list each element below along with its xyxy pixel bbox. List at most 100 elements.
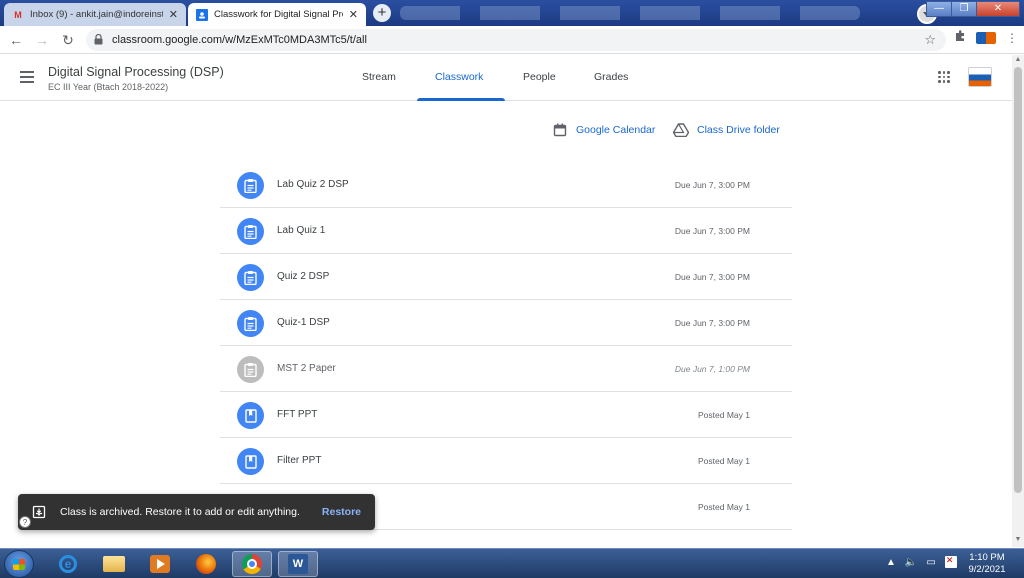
classwork-item[interactable]: Lab Quiz 2 DSP Due Jun 7, 3:00 PM: [220, 162, 792, 208]
minimize-button[interactable]: —: [926, 1, 952, 17]
taskbar-clock[interactable]: 1:10 PM 9/2/2021: [960, 552, 1014, 576]
gmail-icon: M: [14, 9, 22, 20]
item-title: FFT PPT: [277, 409, 318, 420]
main-menu-icon[interactable]: [20, 71, 34, 83]
tab-title: Classwork for Digital Signal Proce: [214, 9, 343, 20]
calendar-icon: [552, 122, 568, 138]
taskbar-firefox[interactable]: [186, 551, 226, 577]
lock-icon: [94, 33, 106, 47]
system-tray: ▲ 🔈 ▭: [886, 555, 957, 568]
help-icon[interactable]: ?: [19, 516, 31, 528]
item-date: Due Jun 7, 3:00 PM: [674, 318, 750, 328]
start-button[interactable]: [4, 550, 34, 578]
classwork-item[interactable]: Lab Quiz 1 Due Jun 7, 3:00 PM: [220, 208, 792, 254]
window-controls: — ❐ ✕: [926, 1, 1020, 17]
taskbar-file-explorer[interactable]: [94, 551, 134, 577]
google-apps-icon[interactable]: [938, 71, 950, 83]
active-tab-indicator: [417, 98, 505, 101]
account-logo-icon[interactable]: [976, 32, 996, 44]
browser-toolbar: ← → ↻ classroom.google.com/w/MzExMTc0MDA…: [0, 26, 1024, 54]
assignment-icon: [237, 264, 264, 291]
restore-button[interactable]: Restore: [322, 506, 361, 518]
taskbar-internet-explorer[interactable]: e: [48, 551, 88, 577]
account-avatar[interactable]: [968, 67, 992, 87]
item-date: Due Jun 7, 1:00 PM: [674, 364, 750, 374]
tab-stream[interactable]: Stream: [362, 71, 396, 83]
item-date: Due Jun 7, 3:00 PM: [674, 180, 750, 190]
google-calendar-link[interactable]: Google Calendar: [552, 122, 655, 138]
taskbar-word[interactable]: W: [278, 551, 318, 577]
classroom-header: Digital Signal Processing (DSP) EC III Y…: [0, 55, 1012, 101]
taskbar-media-player[interactable]: [140, 551, 180, 577]
classwork-item[interactable]: FFT PPT Posted May 1: [220, 392, 792, 438]
blurred-background: [400, 6, 860, 20]
show-hidden-icons-icon[interactable]: ▲: [886, 557, 896, 568]
close-window-button[interactable]: ✕: [976, 1, 1020, 17]
back-arrow-icon[interactable]: ←: [6, 30, 26, 50]
url-text: classroom.google.com/w/MzExMTc0MDA3MTc5/…: [112, 34, 367, 46]
new-tab-button[interactable]: +: [373, 4, 391, 22]
assignment-icon: [237, 172, 264, 199]
folder-icon: [103, 556, 125, 572]
assignment-icon: [237, 310, 264, 337]
forward-arrow-icon[interactable]: →: [32, 30, 52, 50]
classwork-list: Lab Quiz 2 DSP Due Jun 7, 3:00 PM Lab Qu…: [220, 162, 792, 530]
windows-taskbar: e W ▲ 🔈 ▭ 1:10 PM 9/2/2021: [0, 548, 1024, 578]
assignment-icon: [237, 356, 264, 383]
browser-menu-icon[interactable]: ⋮: [1004, 30, 1020, 46]
page-scrollbar[interactable]: ▲ ▼: [1012, 55, 1024, 547]
address-bar[interactable]: classroom.google.com/w/MzExMTc0MDA3MTc5/…: [86, 29, 946, 51]
item-title: Lab Quiz 1: [277, 225, 326, 236]
extension-icons: ⋮: [952, 30, 1020, 46]
classwork-item[interactable]: Quiz 2 DSP Due Jun 7, 3:00 PM: [220, 254, 792, 300]
word-icon: W: [288, 554, 308, 574]
chrome-icon: [242, 554, 262, 574]
tab-classwork[interactable]: Classwork: [435, 71, 483, 83]
firefox-icon: [196, 554, 216, 574]
clock-time: 1:10 PM: [969, 552, 1005, 563]
drive-icon: [673, 122, 689, 138]
material-icon: [237, 448, 264, 475]
maximize-button[interactable]: ❐: [951, 1, 977, 17]
tab-grades[interactable]: Grades: [594, 71, 628, 83]
bookmark-star-icon[interactable]: ☆: [924, 32, 936, 48]
course-title: Digital Signal Processing (DSP): [48, 65, 224, 79]
clock-date: 9/2/2021: [968, 564, 1006, 575]
extensions-puzzle-icon[interactable]: [952, 30, 968, 46]
item-title: Quiz 2 DSP: [277, 271, 330, 282]
item-date: Posted May 1: [698, 410, 750, 420]
google-calendar-label: Google Calendar: [576, 124, 656, 136]
scroll-thumb[interactable]: [1014, 67, 1022, 493]
item-date: Due Jun 7, 3:00 PM: [674, 226, 750, 236]
tab-close-icon[interactable]: ✕: [349, 8, 358, 21]
item-title: Lab Quiz 2 DSP: [277, 179, 349, 190]
item-title: Quiz-1 DSP: [277, 317, 330, 328]
tab-title: Inbox (9) - ankit.jain@indoreinsti: [30, 9, 163, 20]
classwork-item[interactable]: Filter PPT Posted May 1: [220, 438, 792, 484]
item-date: Due Jun 7, 3:00 PM: [674, 272, 750, 282]
class-drive-folder-label: Class Drive folder: [697, 124, 780, 136]
classroom-icon: [196, 8, 208, 21]
course-section: EC III Year (Btach 2018-2022): [48, 82, 169, 92]
archived-snackbar: Class is archived. Restore it to add or …: [18, 494, 375, 530]
tab-people[interactable]: People: [523, 71, 556, 83]
browser-tab-gmail[interactable]: M Inbox (9) - ankit.jain@indoreinsti ✕: [4, 3, 186, 26]
media-player-icon: [150, 555, 170, 573]
scroll-up-arrow-icon[interactable]: ▲: [1014, 56, 1022, 66]
browser-tab-strip: M Inbox (9) - ankit.jain@indoreinsti ✕ C…: [0, 0, 1024, 26]
classwork-item[interactable]: MST 2 Paper Due Jun 7, 1:00 PM: [220, 346, 792, 392]
class-drive-folder-link[interactable]: Class Drive folder: [673, 122, 780, 138]
scroll-down-arrow-icon[interactable]: ▼: [1014, 536, 1022, 546]
classwork-item[interactable]: Quiz-1 DSP Due Jun 7, 3:00 PM: [220, 300, 792, 346]
internet-explorer-icon: e: [59, 555, 77, 573]
tab-close-icon[interactable]: ✕: [169, 8, 178, 21]
material-icon: [237, 402, 264, 429]
volume-icon[interactable]: 🔈: [905, 557, 917, 568]
action-center-flag-icon[interactable]: [944, 555, 957, 568]
reload-icon[interactable]: ↻: [58, 30, 78, 50]
assignment-icon: [237, 218, 264, 245]
taskbar-chrome[interactable]: [232, 551, 272, 577]
network-icon[interactable]: ▭: [926, 557, 935, 568]
item-title: MST 2 Paper: [277, 363, 336, 374]
browser-tab-classroom[interactable]: Classwork for Digital Signal Proce ✕: [188, 3, 366, 26]
